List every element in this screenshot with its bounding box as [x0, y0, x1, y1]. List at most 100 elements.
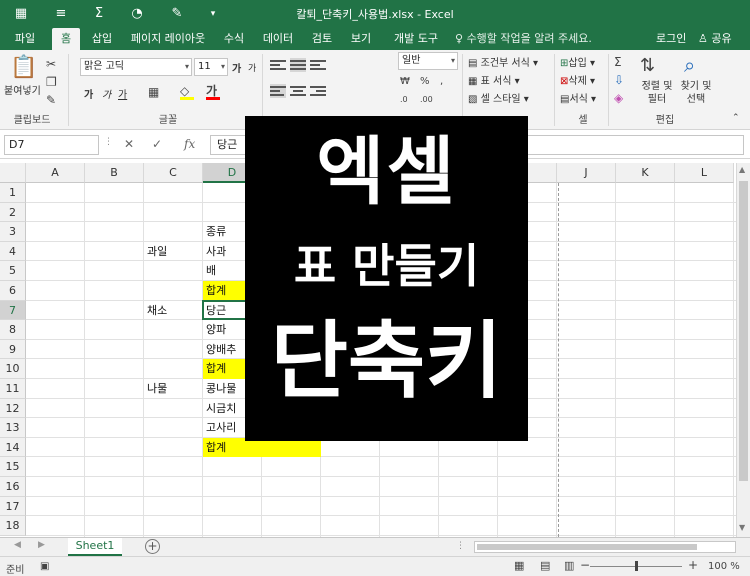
- tab-review[interactable]: 검토: [306, 28, 338, 50]
- autosum-icon[interactable]: Σ: [614, 54, 622, 70]
- cell-c4[interactable]: 과일: [144, 242, 203, 262]
- insert-function-button[interactable]: fx: [184, 137, 195, 151]
- row-header-6[interactable]: 6: [0, 281, 26, 301]
- row-header-14[interactable]: 14: [0, 437, 26, 458]
- increase-decimal-icon[interactable]: .0: [400, 92, 408, 108]
- tab-page-layout[interactable]: 페이지 레이아웃: [125, 28, 211, 50]
- align-bottom-icon[interactable]: [310, 58, 326, 72]
- tab-data[interactable]: 데이터: [258, 28, 298, 50]
- cell-c11[interactable]: 나물: [144, 379, 203, 399]
- column-header-a[interactable]: A: [26, 163, 85, 183]
- column-header-l[interactable]: L: [675, 163, 734, 183]
- align-right-icon[interactable]: [310, 84, 326, 98]
- tab-developer[interactable]: 개발 도구: [386, 28, 446, 50]
- row-header-8[interactable]: 8: [0, 320, 26, 340]
- horizontal-scrollbar[interactable]: [474, 541, 736, 553]
- tab-home[interactable]: 홈: [52, 28, 80, 50]
- row-header-4[interactable]: 4: [0, 241, 26, 262]
- row-header-11[interactable]: 11: [0, 379, 26, 399]
- decrease-decimal-icon[interactable]: .00: [420, 92, 433, 108]
- row-header-5[interactable]: 5: [0, 261, 26, 281]
- row-header-2[interactable]: 2: [0, 202, 26, 223]
- row-header-16[interactable]: 16: [0, 477, 26, 497]
- fill-icon[interactable]: ⇩: [614, 72, 624, 88]
- align-top-icon[interactable]: [270, 58, 286, 72]
- column-header-k[interactable]: K: [616, 163, 675, 183]
- tab-insert[interactable]: 삽입: [86, 28, 118, 50]
- border-icon[interactable]: ▦: [148, 84, 159, 100]
- comma-icon[interactable]: ,: [440, 74, 443, 90]
- font-name-combo[interactable]: 맑은 고딕 ▾: [80, 58, 192, 76]
- cut-icon[interactable]: ✂: [46, 56, 56, 72]
- page-break-view-icon[interactable]: ▥: [564, 559, 574, 572]
- align-left-icon[interactable]: [270, 84, 286, 98]
- grow-font-button[interactable]: 가: [232, 60, 241, 75]
- login-link[interactable]: 로그인: [656, 28, 686, 50]
- zoom-slider-knob[interactable]: [635, 561, 638, 571]
- row-header-15[interactable]: 15: [0, 457, 26, 477]
- number-format-combo[interactable]: 일반 ▾: [398, 52, 458, 70]
- zoom-level[interactable]: 100 %: [708, 561, 740, 572]
- bold-button[interactable]: 가: [84, 86, 93, 101]
- zoom-in-icon[interactable]: +: [688, 558, 698, 572]
- next-sheet-icon[interactable]: ▶: [38, 540, 45, 550]
- row-header-3[interactable]: 3: [0, 222, 26, 242]
- table-format-button[interactable]: ▦ 표 서식 ▾: [468, 72, 520, 87]
- clear-icon[interactable]: ◈: [614, 90, 623, 106]
- tab-file[interactable]: 파일: [8, 28, 42, 50]
- paste-icon[interactable]: 📋: [10, 54, 37, 82]
- format-painter-icon[interactable]: ✎: [46, 92, 56, 108]
- normal-view-icon[interactable]: ▦: [514, 559, 524, 572]
- scroll-thumb[interactable]: [739, 181, 748, 481]
- tab-view[interactable]: 보기: [345, 28, 377, 50]
- conditional-format-button[interactable]: ▤ 조건부 서식 ▾: [468, 54, 538, 69]
- row-header-7[interactable]: 7: [0, 300, 26, 321]
- delete-cells-button[interactable]: ⊠삭제 ▾: [560, 72, 595, 87]
- currency-icon[interactable]: ₩: [400, 74, 410, 90]
- shrink-font-button[interactable]: 가: [248, 61, 256, 74]
- format-cells-button[interactable]: ▤서식 ▾: [560, 90, 596, 105]
- row-header-18[interactable]: 18: [0, 516, 26, 536]
- scroll-up-icon[interactable]: ▲: [739, 165, 745, 174]
- fill-color-icon[interactable]: ◇: [180, 83, 194, 100]
- sheet-tab[interactable]: Sheet1: [68, 538, 122, 556]
- italic-button[interactable]: 가: [102, 86, 111, 101]
- row-header-10[interactable]: 10: [0, 359, 26, 379]
- add-sheet-button[interactable]: +: [145, 539, 160, 554]
- cancel-icon[interactable]: ✕: [124, 137, 134, 151]
- sort-filter-icon[interactable]: ⇅: [640, 54, 655, 78]
- vertical-scrollbar[interactable]: ▲ ▼: [736, 163, 750, 537]
- underline-button[interactable]: 가: [118, 86, 127, 101]
- insert-cells-button[interactable]: ⊞삽입 ▾: [560, 54, 595, 69]
- font-size-combo[interactable]: 11 ▾: [194, 58, 228, 76]
- cell-c7[interactable]: 채소: [144, 301, 203, 321]
- zoom-out-icon[interactable]: −: [580, 558, 590, 572]
- prev-sheet-icon[interactable]: ◀: [14, 540, 21, 550]
- percent-icon[interactable]: %: [420, 74, 430, 90]
- tab-formulas[interactable]: 수식: [218, 28, 250, 50]
- sort-filter-button[interactable]: 정렬 및 필터: [640, 80, 674, 106]
- column-header-c[interactable]: C: [144, 163, 203, 183]
- column-header-j[interactable]: J: [557, 163, 616, 183]
- find-select-button[interactable]: 찾기 및 선택: [676, 80, 716, 106]
- macro-record-icon[interactable]: ▣: [40, 561, 49, 572]
- select-all-button[interactable]: [0, 163, 26, 183]
- name-box[interactable]: D7: [4, 135, 99, 155]
- enter-icon[interactable]: ✓: [152, 137, 162, 151]
- page-layout-view-icon[interactable]: ▤: [540, 559, 550, 572]
- cell-style-button[interactable]: ▧ 셀 스타일 ▾: [468, 90, 529, 105]
- column-header-b[interactable]: B: [85, 163, 144, 183]
- row-header-1[interactable]: 1: [0, 183, 26, 203]
- font-color-icon[interactable]: 가: [206, 83, 220, 100]
- paste-button[interactable]: 붙여넣기: [4, 82, 41, 97]
- row-header-17[interactable]: 17: [0, 496, 26, 517]
- scroll-thumb[interactable]: [477, 544, 697, 550]
- scroll-down-icon[interactable]: ▼: [739, 523, 745, 532]
- align-middle-icon[interactable]: [290, 58, 306, 72]
- row-header-9[interactable]: 9: [0, 339, 26, 360]
- row-header-13[interactable]: 13: [0, 418, 26, 438]
- align-center-icon[interactable]: [290, 84, 306, 98]
- search-icon[interactable]: ⌕: [684, 52, 695, 78]
- row-header-12[interactable]: 12: [0, 398, 26, 419]
- copy-icon[interactable]: ❐: [46, 74, 57, 90]
